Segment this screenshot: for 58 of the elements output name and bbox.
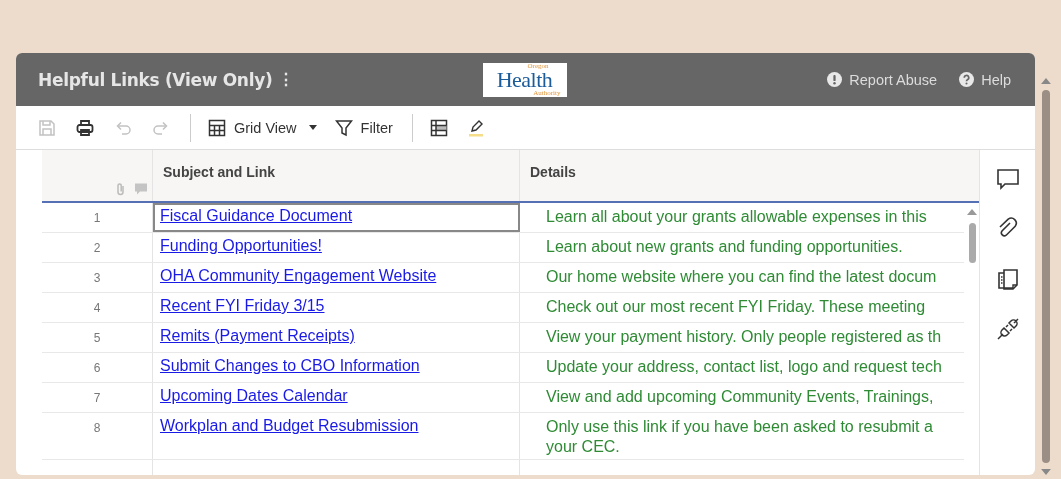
row-number: 1	[42, 203, 153, 232]
sheet-title: Helpful Links (View Only)	[38, 69, 273, 90]
table-cell[interactable]: Submit Changes to CBO Information	[153, 353, 520, 382]
more-menu-button[interactable]: ⋮	[278, 70, 295, 89]
scrollbar-thumb[interactable]	[1042, 89, 1050, 464]
print-icon	[75, 117, 95, 138]
comment-icon[interactable]	[995, 167, 1020, 191]
table-cell-text: Our home website where you can find the latest docum	[545, 267, 938, 287]
scroll-up-icon[interactable]	[967, 209, 977, 215]
table-cell[interactable]: Workplan and Budget Resubmission	[153, 413, 520, 459]
row-number: 2	[42, 233, 153, 262]
filter-button[interactable]: Filter	[327, 114, 400, 141]
grid-icon	[208, 118, 226, 137]
row-number: 5	[42, 323, 153, 352]
filter-icon	[334, 118, 353, 137]
table-cell-text: View your payment history. Only people registered as th	[545, 327, 943, 347]
report-abuse-link[interactable]: Report Abuse	[827, 71, 938, 88]
link[interactable]: Upcoming Dates Calendar	[160, 387, 348, 404]
caret-icon	[308, 124, 317, 131]
column-header[interactable]: Details	[520, 150, 979, 201]
document-icon[interactable]	[995, 267, 1020, 291]
row-number: 6	[42, 353, 153, 382]
help-icon	[959, 72, 975, 87]
row-number: 3	[42, 263, 153, 292]
table-cell[interactable]: Fiscal Guidance Document	[153, 203, 520, 232]
scrollbar-thumb[interactable]	[968, 223, 976, 263]
table-cell[interactable]: Funding Opportunities!	[153, 233, 520, 262]
table-cell-text: Learn all about your grants allowable expenses in this	[545, 207, 928, 227]
row-number: 8	[42, 413, 153, 459]
help-link[interactable]: Help	[959, 71, 1011, 88]
row-number: 4	[42, 293, 153, 322]
table-cell-text: Check out our most recent FYI Friday. These meeting	[545, 297, 927, 317]
plug-icon[interactable]	[995, 317, 1020, 341]
link[interactable]: Remits (Payment Receipts)	[160, 327, 355, 344]
table-cell[interactable]: OHA Community Engagement Website	[153, 263, 520, 292]
link[interactable]: Submit Changes to CBO Information	[160, 357, 420, 374]
logo-text: Health	[496, 69, 553, 90]
alert-icon	[827, 72, 843, 87]
table-cell-text: View and add upcoming Community Events, Trainings,	[545, 387, 935, 407]
link[interactable]: Workplan and Budget Resubmission	[160, 417, 419, 434]
table-cell[interactable]: Recent FYI Friday 3/15	[153, 293, 520, 322]
comment-icon	[134, 182, 148, 196]
table-cell-text: Learn about new grants and funding opportunities.	[545, 237, 904, 257]
scroll-up-icon[interactable]	[1041, 78, 1051, 84]
link[interactable]: Recent FYI Friday 3/15	[160, 297, 325, 314]
scroll-down-icon[interactable]	[1041, 469, 1051, 475]
gridview-button[interactable]: Grid View	[201, 114, 324, 141]
table-cell[interactable]: Remits (Payment Receipts)	[153, 323, 520, 352]
table-cell-text: Only use this link if you have been asked to resubmit a your CEC.	[545, 417, 934, 457]
column-header[interactable]: Subject and Link	[153, 150, 520, 201]
link[interactable]: Funding Opportunities!	[160, 237, 322, 254]
link[interactable]: OHA Community Engagement Website	[160, 267, 437, 284]
table-icon	[429, 118, 448, 137]
row-number: 7	[42, 383, 153, 412]
table-cell[interactable]: Upcoming Dates Calendar	[153, 383, 520, 412]
link[interactable]: Fiscal Guidance Document	[160, 207, 353, 224]
save-icon	[37, 117, 57, 138]
table-cell-text: Update your address, contact list, logo and request tech	[545, 357, 943, 377]
